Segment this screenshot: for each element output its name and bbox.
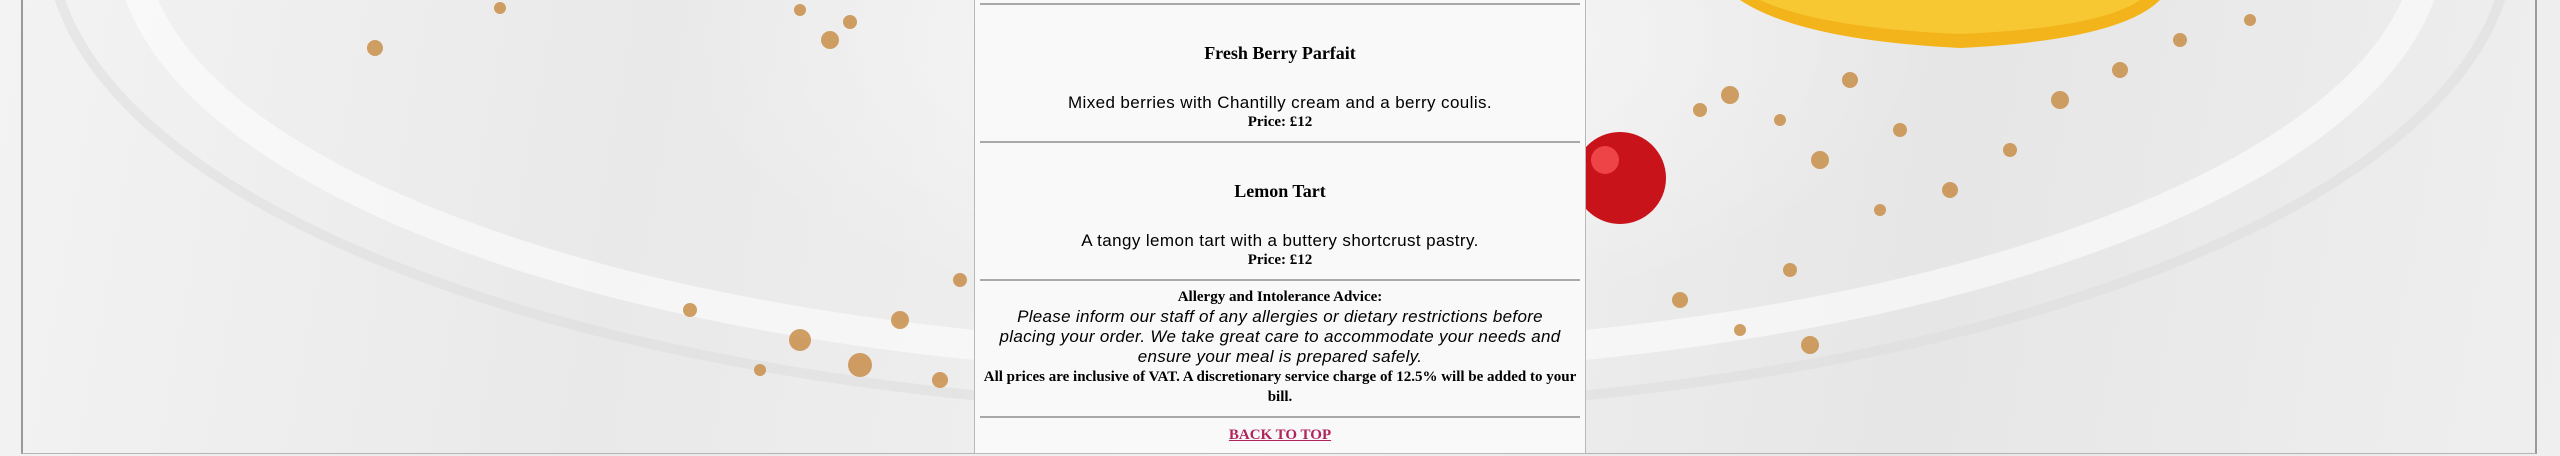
section-divider bbox=[980, 3, 1580, 5]
menu-item-price: Price: £12 bbox=[1247, 114, 1313, 130]
dessert-menu-panel: Fresh Berry Parfait Mixed berries with C… bbox=[974, 0, 1586, 454]
allergy-advice-text: Please inform our staff of any allergies… bbox=[999, 307, 1561, 366]
menu-item-name: Lemon Tart bbox=[1234, 181, 1326, 201]
section-divider bbox=[980, 141, 1580, 143]
section-divider bbox=[980, 416, 1580, 418]
menu-item-description: A tangy lemon tart with a buttery shortc… bbox=[1081, 231, 1479, 250]
section-divider bbox=[980, 279, 1580, 281]
back-to-top-container: BACK TO TOP bbox=[975, 426, 1585, 444]
menu-item-name: Fresh Berry Parfait bbox=[1204, 43, 1356, 63]
back-to-top-link[interactable]: BACK TO TOP bbox=[1229, 427, 1331, 443]
vat-service-note: All prices are inclusive of VAT. A discr… bbox=[983, 369, 1577, 405]
menu-item-price: Price: £12 bbox=[1247, 252, 1313, 268]
allergy-advice-title: Allergy and Intolerance Advice: bbox=[1177, 289, 1383, 305]
menu-item-description: Mixed berries with Chantilly cream and a… bbox=[1067, 93, 1493, 112]
